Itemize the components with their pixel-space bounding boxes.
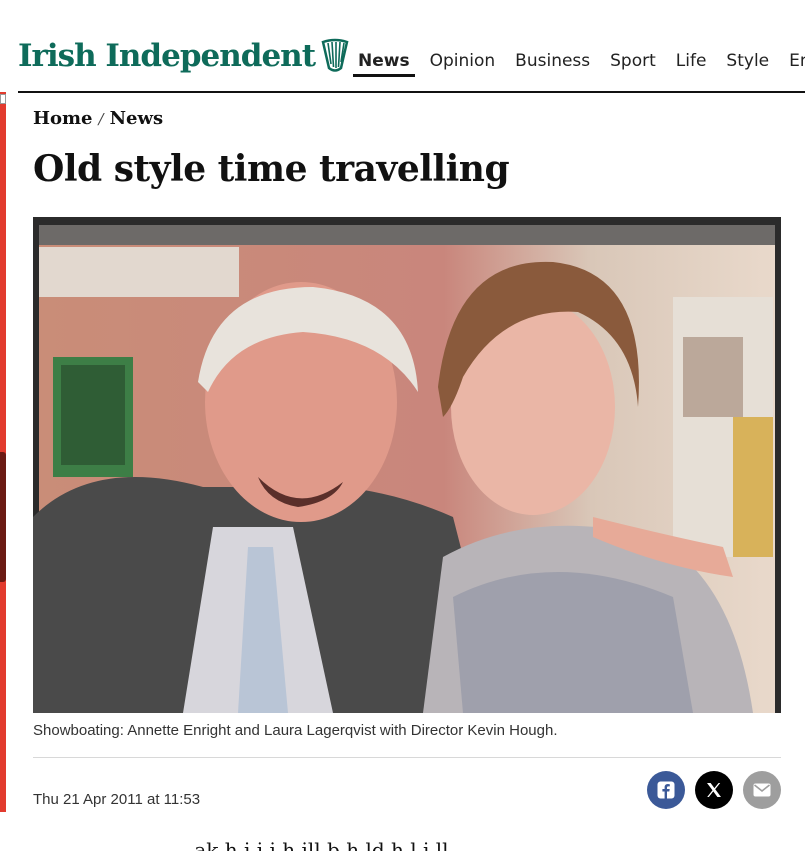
breadcrumb-section-link[interactable]: News — [110, 108, 164, 129]
article-title: Old style time travelling — [33, 148, 510, 190]
article-body-snippet: … ak h i i i h ill b h ld h l i ll — [168, 838, 449, 851]
logo-wordmark: Irish Independent — [18, 38, 316, 74]
article-photo[interactable] — [33, 217, 781, 713]
nav-item-life[interactable]: Life — [671, 48, 712, 77]
share-x-button[interactable] — [695, 771, 733, 809]
nav-item-news[interactable]: News — [353, 48, 415, 77]
share-facebook-button[interactable] — [647, 771, 685, 809]
photo-illustration — [33, 225, 775, 713]
nav-item-style[interactable]: Style — [721, 48, 774, 77]
nav-item-business[interactable]: Business — [510, 48, 595, 77]
share-email-button[interactable] — [743, 771, 781, 809]
primary-nav: News Opinion Business Sport Life Style E… — [353, 48, 805, 77]
breadcrumb-separator: / — [98, 110, 104, 128]
site-logo[interactable]: Irish Independent — [18, 38, 349, 74]
email-icon — [753, 783, 771, 797]
facebook-icon — [657, 781, 675, 799]
site-header: Irish Independent News Opinion Business … — [18, 36, 805, 93]
nav-item-opinion[interactable]: Opinion — [425, 48, 501, 77]
breadcrumb: Home / News — [33, 108, 163, 129]
nav-item-entertainment[interactable]: Ente — [784, 48, 805, 77]
side-ad-rail[interactable] — [0, 92, 6, 812]
harp-icon — [321, 38, 349, 72]
x-icon — [707, 783, 721, 797]
ad-graphic — [0, 452, 6, 582]
nav-item-sport[interactable]: Sport — [605, 48, 661, 77]
article-dateline: Thu 21 Apr 2011 at 11:53 — [33, 791, 201, 808]
photo-caption: Showboating: Annette Enright and Laura L… — [33, 722, 558, 739]
divider — [33, 757, 781, 758]
ad-choices-icon[interactable] — [0, 94, 6, 104]
breadcrumb-home-link[interactable]: Home — [33, 108, 93, 129]
